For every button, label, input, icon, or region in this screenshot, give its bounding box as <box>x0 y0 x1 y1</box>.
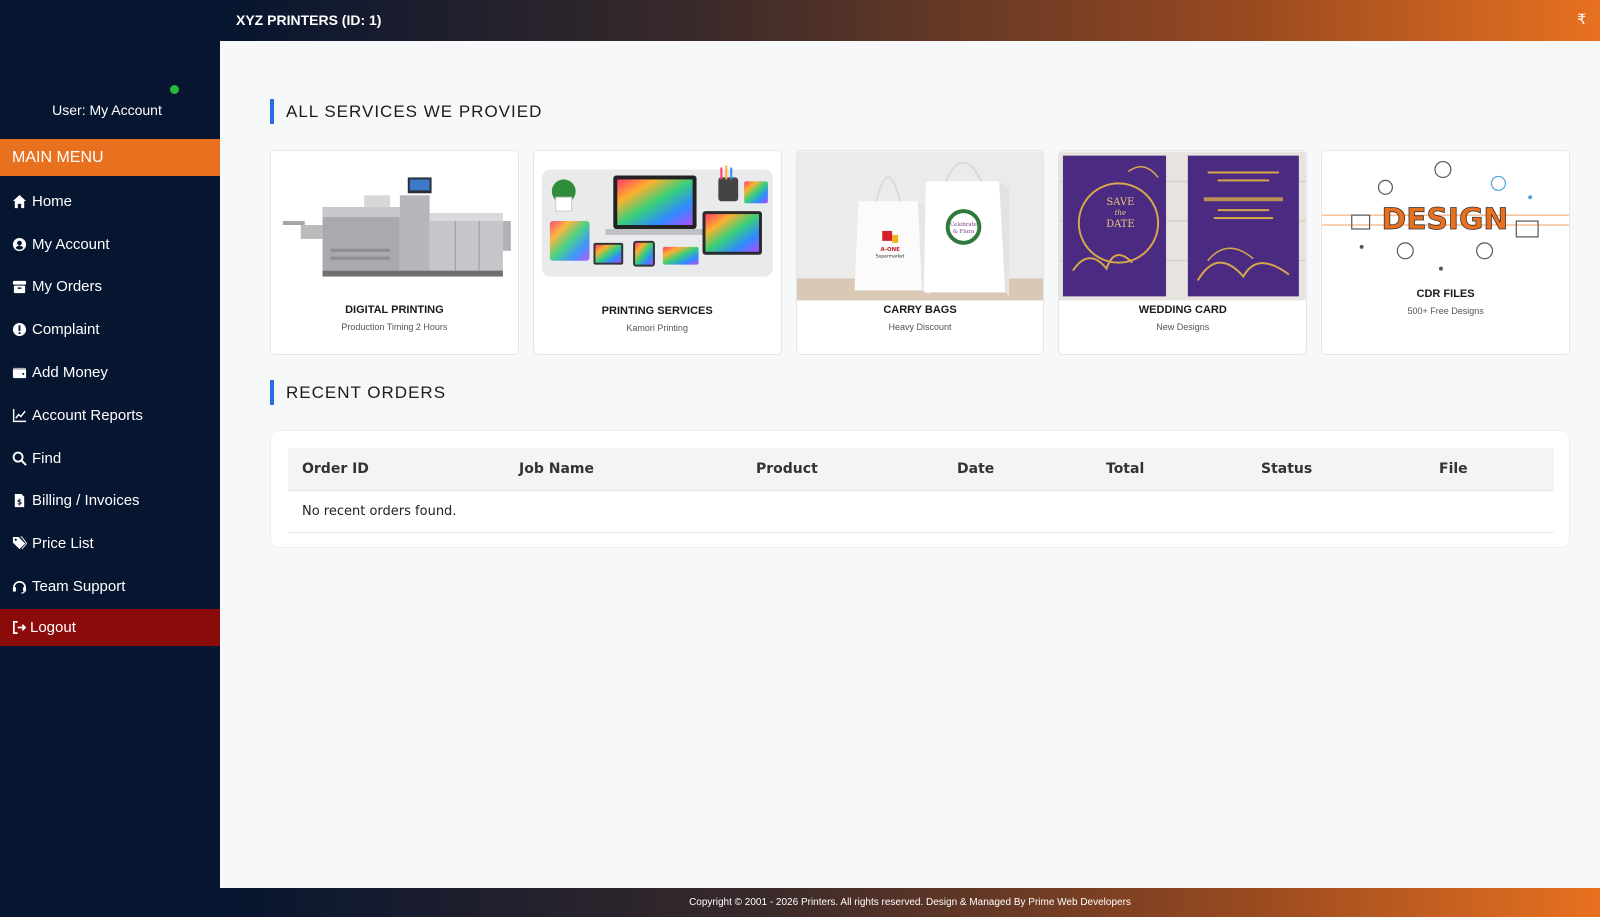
save-the-date-text: the <box>1115 209 1126 217</box>
service-card-subtitle: 500+ Free Designs <box>1407 306 1484 316</box>
company-title: XYZ PRINTERS (ID: 1) <box>236 12 382 28</box>
user-label[interactable]: User: My Account <box>0 102 214 118</box>
recent-orders-panel: Order ID Job Name Product Date Total Sta… <box>270 430 1570 548</box>
service-card-subtitle: New Designs <box>1156 322 1210 332</box>
service-card-printing-services[interactable]: PRINTING SERVICES Kamori Printing <box>532 150 782 355</box>
sidebar-item-label: Account Reports <box>32 406 143 424</box>
sidebar-item-label: My Account <box>32 235 110 253</box>
sidebar-item-add-money[interactable]: Add Money <box>0 351 220 394</box>
printing-services-image <box>533 151 781 301</box>
carry-bags-image: Celebrate & Flora A-ONE Supermarket <box>796 151 1044 301</box>
sidebar-item-find[interactable]: Find <box>0 437 220 480</box>
logout-button[interactable]: Logout <box>0 609 220 646</box>
recent-orders-heading: RECENT ORDERS <box>270 380 446 405</box>
wallet-balance-rupee-icon[interactable]: ₹ <box>1577 11 1586 28</box>
svg-text:$: $ <box>17 498 22 507</box>
bag-brand-text: A-ONE <box>880 247 900 253</box>
tags-icon <box>12 536 30 552</box>
design-word-text: DESIGN <box>1382 202 1509 237</box>
sidebar-item-label: Price List <box>32 535 94 553</box>
sidebar-item-account-reports[interactable]: Account Reports <box>0 394 220 437</box>
save-the-date-text: DATE <box>1107 219 1135 230</box>
column-file: File <box>1425 448 1554 491</box>
home-icon <box>12 193 30 209</box>
headset-icon <box>12 579 30 595</box>
sidebar-item-home[interactable]: Home <box>0 180 220 223</box>
footer-copyright: Copyright © 2001 - 2026 Printers. All ri… <box>689 897 1131 908</box>
sidebar-item-label: Complaint <box>32 321 100 339</box>
bag-badge-text: & Flora <box>953 229 975 235</box>
column-job-name: Job Name <box>505 448 742 491</box>
services-cards: DIGITAL PRINTING Production Timing 2 Hou… <box>270 150 1570 355</box>
empty-orders-message: No recent orders found. <box>288 490 1554 533</box>
user-circle-icon <box>12 236 30 252</box>
service-card-subtitle: Production Timing 2 Hours <box>341 322 448 332</box>
wedding-card-image: SAVE the DATE <box>1059 151 1307 301</box>
sidebar-item-label: Billing / Invoices <box>32 492 140 510</box>
sidebar-item-label: Find <box>32 449 62 467</box>
sidebar: User: My Account MAIN MENU Home My Accou… <box>0 0 220 917</box>
services-heading: ALL SERVICES WE PROVIED <box>270 99 542 124</box>
column-order-id: Order ID <box>288 448 505 491</box>
recent-orders-table: Order ID Job Name Product Date Total Sta… <box>288 448 1554 533</box>
service-card-carry-bags[interactable]: Celebrate & Flora A-ONE Supermarket CARR… <box>795 150 1045 355</box>
search-icon <box>12 450 30 466</box>
sidebar-item-my-account[interactable]: My Account <box>0 223 220 266</box>
service-card-wedding-card[interactable]: SAVE the DATE WEDDING CARD New Designs <box>1058 150 1308 355</box>
box-icon <box>12 279 30 295</box>
service-card-subtitle: Heavy Discount <box>888 322 952 332</box>
service-card-title: CDR FILES <box>1416 288 1475 300</box>
bag-brand-sub-text: Supermarket <box>875 254 904 260</box>
service-card-digital-printing[interactable]: DIGITAL PRINTING Production Timing 2 Hou… <box>270 150 519 355</box>
column-status: Status <box>1247 448 1425 491</box>
sidebar-item-price-list[interactable]: Price List <box>0 522 220 565</box>
sidebar-item-label: Team Support <box>32 578 126 596</box>
column-total: Total <box>1092 448 1247 491</box>
service-card-subtitle: Kamori Printing <box>626 323 688 333</box>
table-header-row: Order ID Job Name Product Date Total Sta… <box>288 448 1554 491</box>
wallet-icon <box>12 365 30 381</box>
service-card-title: WEDDING CARD <box>1138 304 1227 316</box>
logout-label: Logout <box>30 619 76 636</box>
logout-icon <box>13 621 27 634</box>
service-card-cdr-files[interactable]: DESIGN CDR FILES 500+ Free Designs <box>1321 150 1570 355</box>
main-menu-header: MAIN MENU <box>0 139 220 176</box>
sidebar-item-label: Home <box>32 192 73 210</box>
column-date: Date <box>943 448 1092 491</box>
sidebar-item-team-support[interactable]: Team Support <box>0 565 220 608</box>
service-card-title: DIGITAL PRINTING <box>345 304 444 316</box>
sidebar-menu: Home My Account My Orders Complaint Add … <box>0 180 220 608</box>
column-product: Product <box>742 448 943 491</box>
sidebar-item-billing-invoices[interactable]: $ Billing / Invoices <box>0 480 220 523</box>
table-row: No recent orders found. <box>288 490 1554 533</box>
service-card-title: PRINTING SERVICES <box>601 305 713 317</box>
top-bar: XYZ PRINTERS (ID: 1) ₹ <box>220 0 1600 41</box>
invoice-icon: $ <box>12 493 30 509</box>
online-status-dot <box>170 85 179 94</box>
design-illustration-image: DESIGN <box>1322 151 1569 301</box>
save-the-date-text: SAVE <box>1107 197 1135 208</box>
sidebar-item-my-orders[interactable]: My Orders <box>0 266 220 309</box>
sidebar-item-complaint[interactable]: Complaint <box>0 308 220 351</box>
sidebar-item-label: Add Money <box>32 364 108 382</box>
service-card-title: CARRY BAGS <box>883 304 957 316</box>
user-block: User: My Account <box>0 0 220 139</box>
exclamation-circle-icon <box>12 322 30 338</box>
bag-badge-text: Celebrate <box>950 222 977 228</box>
footer: Copyright © 2001 - 2026 Printers. All ri… <box>220 888 1600 917</box>
line-chart-icon <box>12 407 30 423</box>
sidebar-item-label: My Orders <box>32 278 103 296</box>
digital-printer-image <box>271 151 518 301</box>
